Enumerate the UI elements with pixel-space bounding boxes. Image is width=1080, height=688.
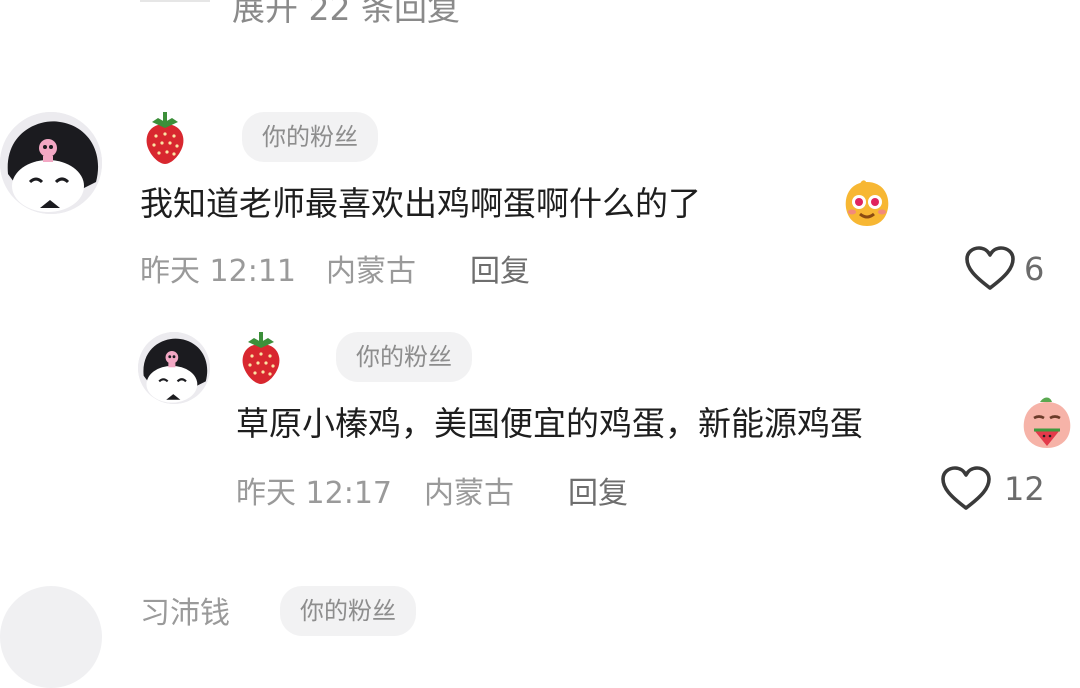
next-comment-avatar[interactable] [0, 586, 102, 688]
reply-button[interactable]: 回复 [568, 468, 628, 512]
comment-time: 昨天 12:11 [140, 254, 296, 289]
like-count: 12 [1004, 470, 1045, 508]
comment-avatar[interactable] [0, 112, 102, 214]
reply-button[interactable]: 回复 [470, 246, 530, 290]
smiling-face-emoji [842, 178, 892, 228]
expand-replies-link[interactable]: 展开 22 条回复 [232, 0, 460, 30]
strawberry-icon [142, 110, 188, 166]
heart-outline-icon[interactable] [964, 246, 1016, 292]
comment-text: 我知道老师最喜欢出鸡啊蛋啊什么的了 [140, 184, 701, 223]
reply-location: 内蒙古 [424, 476, 514, 511]
heart-outline-icon[interactable] [940, 466, 992, 512]
watermelon-face-emoji [1020, 396, 1074, 450]
reply-text: 草原小榛鸡，美国便宜的鸡蛋，新能源鸡蛋 [236, 404, 863, 443]
fan-badge: 你的粉丝 [280, 586, 416, 636]
reply-time: 昨天 12:17 [236, 476, 392, 511]
comment-location: 内蒙古 [326, 254, 416, 289]
strawberry-icon [238, 330, 284, 386]
expand-divider [140, 0, 210, 2]
like-count: 6 [1024, 250, 1045, 288]
next-comment-username[interactable]: 习沛钱 [140, 588, 230, 632]
fan-badge: 你的粉丝 [336, 332, 472, 382]
fan-badge: 你的粉丝 [242, 112, 378, 162]
reply-avatar[interactable] [138, 332, 210, 404]
